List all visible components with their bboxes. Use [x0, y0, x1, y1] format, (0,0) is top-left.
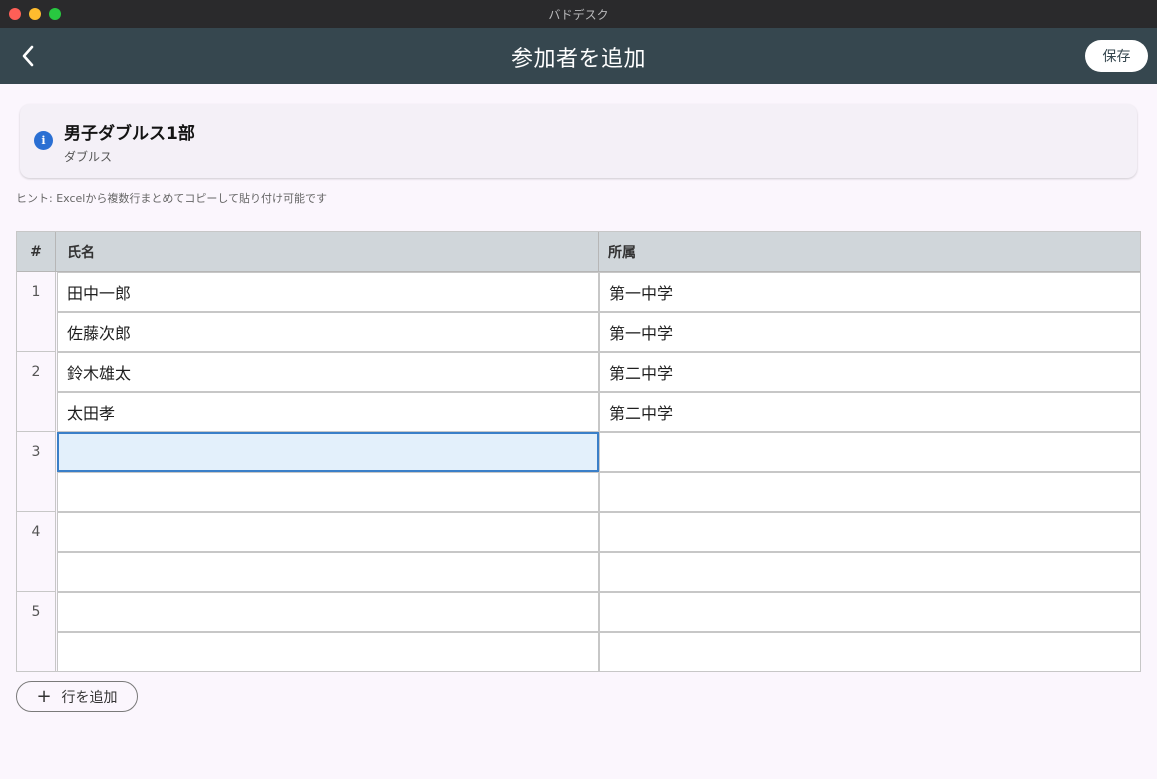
player-affiliation-cell[interactable] — [599, 472, 1141, 512]
player-affiliation-cell[interactable]: 第二中学 — [599, 392, 1141, 432]
participants-table: # 氏名 所属 1 田中一郎 第一中学 佐藤次郎 第一中学 2 鈴木雄太 第二中学 太田孝 第二中… — [16, 231, 1141, 672]
player-affiliation-cell[interactable] — [599, 592, 1141, 632]
event-name: 男子ダブルス1部 — [64, 124, 195, 144]
row-number: 4 — [17, 512, 56, 592]
app-window: バドデスク 参加者を追加 保存 i 男子ダブルス1部 ダブルス ヒント: Exc… — [0, 0, 1157, 779]
window-title: バドデスク — [548, 8, 609, 22]
player-name-cell[interactable] — [57, 632, 599, 672]
player-affiliation-cell[interactable] — [599, 632, 1141, 672]
info-icon: i — [34, 131, 53, 150]
row-number: 1 — [17, 272, 56, 352]
event-info-card: i 男子ダブルス1部 ダブルス — [20, 104, 1137, 178]
window-titlebar: バドデスク — [0, 0, 1157, 28]
event-type: ダブルス — [64, 150, 113, 164]
player-name-cell[interactable]: 鈴木雄太 — [57, 352, 599, 392]
save-button[interactable]: 保存 — [1085, 40, 1148, 72]
player-affiliation-cell[interactable]: 第一中学 — [599, 312, 1141, 352]
player-name-cell[interactable]: 田中一郎 — [57, 272, 599, 312]
player-affiliation-cell[interactable]: 第一中学 — [599, 272, 1141, 312]
player-name-cell[interactable] — [57, 592, 599, 632]
column-header-affiliation: 所属 — [608, 245, 636, 261]
plus-icon: + — [36, 685, 52, 707]
row-number: 5 — [17, 592, 56, 672]
page-title: 参加者を追加 — [510, 47, 646, 72]
row-number: 3 — [17, 432, 56, 512]
add-row-button[interactable]: + 行を追加 — [16, 681, 138, 712]
column-header-name: 氏名 — [57, 232, 599, 272]
paste-hint: ヒント: Excelから複数行まとめてコピーして貼り付け可能です — [16, 192, 328, 205]
table-header: # 氏名 所属 — [17, 232, 1140, 272]
player-name-cell[interactable]: 佐藤次郎 — [57, 312, 599, 352]
player-name-cell[interactable] — [57, 512, 599, 552]
column-header-number: # — [17, 232, 56, 272]
player-name-cell[interactable] — [57, 432, 599, 472]
player-affiliation-cell[interactable] — [599, 432, 1141, 472]
player-name-cell[interactable] — [57, 552, 599, 592]
app-bar: 参加者を追加 保存 — [0, 28, 1157, 84]
player-affiliation-cell[interactable] — [599, 552, 1141, 592]
player-affiliation-cell[interactable]: 第二中学 — [599, 352, 1141, 392]
player-name-cell[interactable] — [57, 472, 599, 512]
row-number: 2 — [17, 352, 56, 432]
add-row-label: 行を追加 — [61, 689, 118, 706]
player-affiliation-cell[interactable] — [599, 512, 1141, 552]
player-name-cell[interactable]: 太田孝 — [57, 392, 599, 432]
